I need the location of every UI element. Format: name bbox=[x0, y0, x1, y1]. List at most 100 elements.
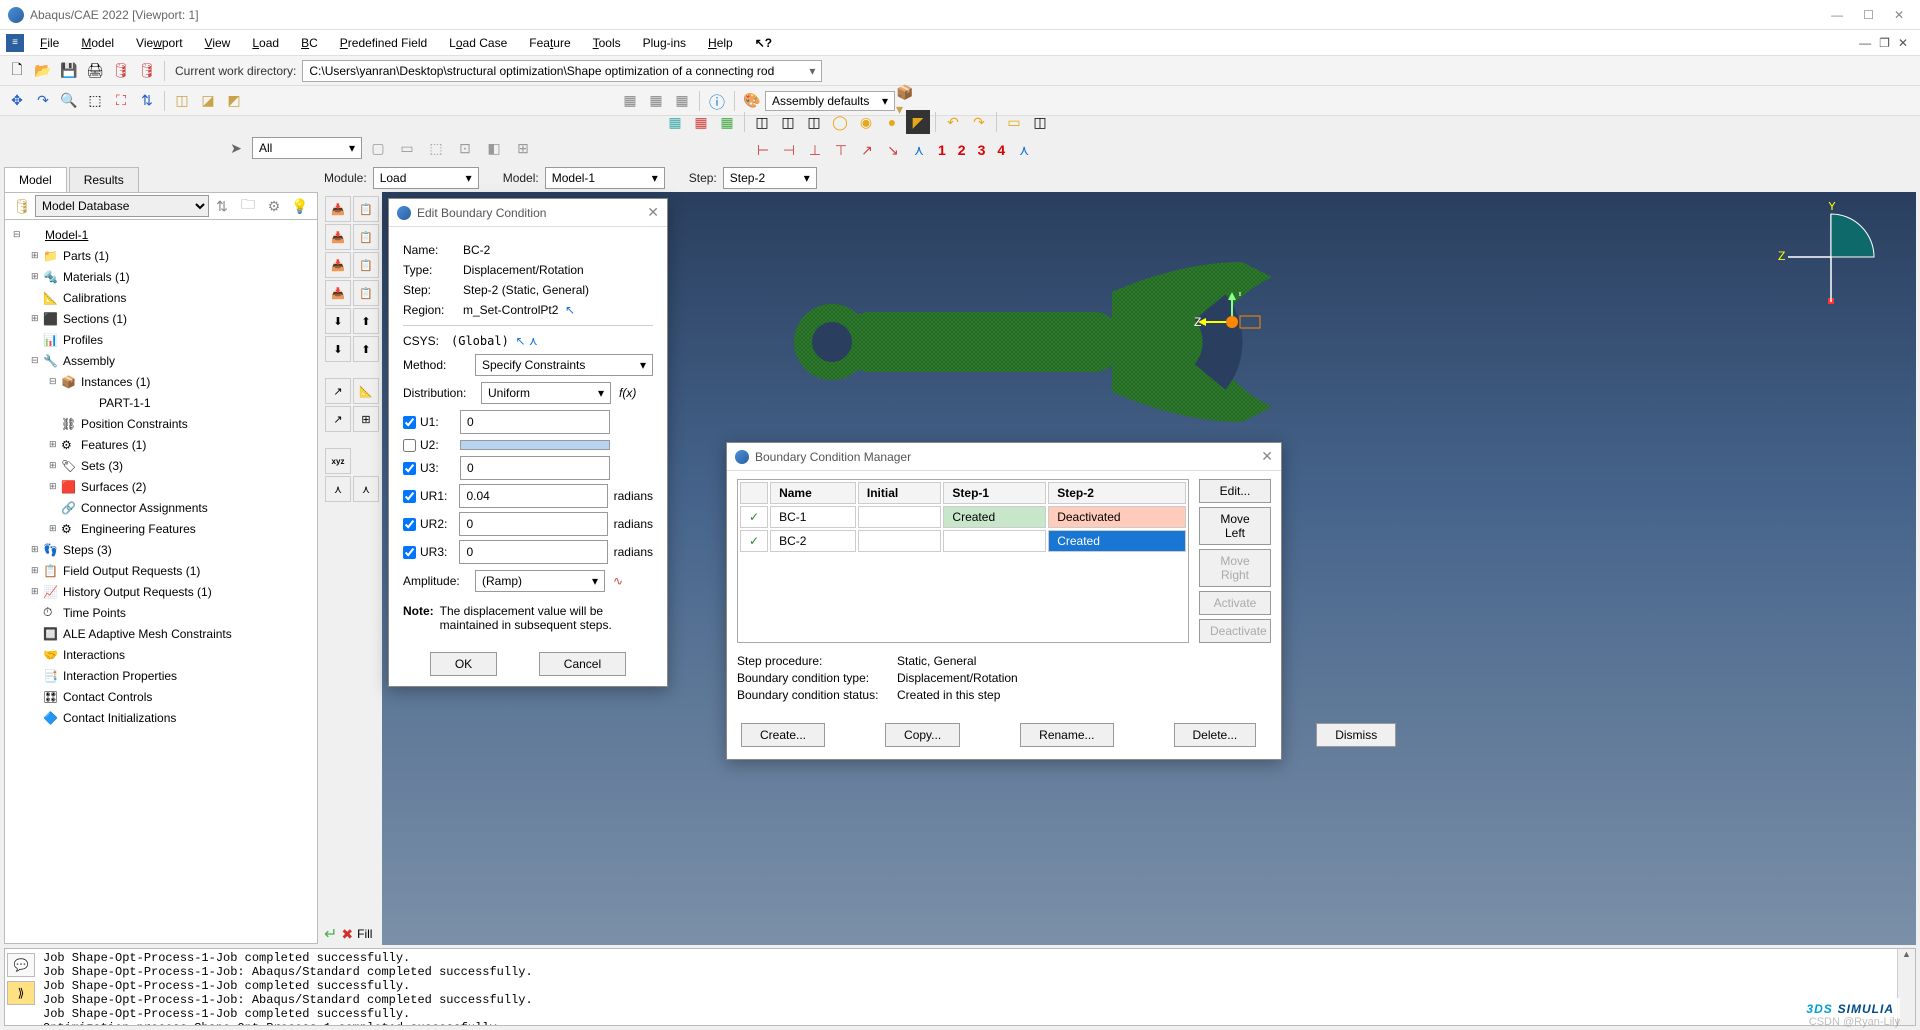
tree-row[interactable]: ⛓Position Constraints bbox=[5, 413, 317, 434]
s5-icon[interactable]: ◧ bbox=[482, 136, 506, 160]
s2-icon[interactable]: ▭ bbox=[395, 136, 419, 160]
datum-1[interactable]: 1 bbox=[932, 142, 952, 158]
close-icon[interactable]: ✕ bbox=[647, 204, 659, 221]
tree-row[interactable]: PART-1-1 bbox=[5, 392, 317, 413]
r6-icon[interactable]: ◫ bbox=[802, 110, 826, 134]
dof-field-5[interactable]: 0 bbox=[459, 540, 607, 564]
print-icon[interactable]: 🖨 bbox=[83, 59, 107, 83]
tree-row[interactable]: 🤝Interactions bbox=[5, 644, 317, 665]
tree-row[interactable]: 📐Calibrations bbox=[5, 287, 317, 308]
tree-row[interactable]: ⊞⚙Engineering Features bbox=[5, 518, 317, 539]
dof-field-3[interactable]: 0.04 bbox=[459, 484, 607, 508]
d4-icon[interactable]: ⊤ bbox=[829, 138, 853, 162]
tree-expander-icon[interactable]: ⊞ bbox=[31, 271, 43, 282]
toolbox-btn-0-1[interactable]: 📋 bbox=[353, 196, 379, 222]
d8-icon[interactable]: ⋏ bbox=[1012, 138, 1036, 162]
toolbox-btn-0-0[interactable]: 📥 bbox=[325, 196, 351, 222]
r9-icon[interactable]: ● bbox=[880, 110, 904, 134]
d3-icon[interactable]: ⊥ bbox=[803, 138, 827, 162]
open-icon[interactable]: 📂 bbox=[31, 59, 55, 83]
mgr-delete-button[interactable]: Delete... bbox=[1174, 723, 1257, 747]
menu-plugins[interactable]: Plug-ins bbox=[633, 33, 696, 53]
tree-row[interactable]: ⊞📁Parts (1) bbox=[5, 245, 317, 266]
module-combo[interactable]: Load▾ bbox=[373, 167, 479, 189]
toolbox-btn-8-1[interactable]: ⊞ bbox=[353, 406, 379, 432]
model-combo[interactable]: Model-1▾ bbox=[545, 167, 665, 189]
tree-row[interactable]: 🔲ALE Adaptive Mesh Constraints bbox=[5, 623, 317, 644]
table-row[interactable]: ✓BC-2Created bbox=[740, 530, 1186, 552]
db2-icon[interactable]: 🛢 bbox=[135, 59, 159, 83]
menu-model[interactable]: Model bbox=[71, 33, 124, 53]
toolbox-btn-5-1[interactable]: ⬆ bbox=[353, 336, 379, 362]
tree-bulb-icon[interactable]: 💡 bbox=[288, 194, 312, 218]
bc-table[interactable]: NameInitialStep-1Step-2 ✓BC-1CreatedDeac… bbox=[737, 479, 1189, 643]
d1-icon[interactable]: ⊢ bbox=[751, 138, 775, 162]
d7-icon[interactable]: ⋏ bbox=[907, 138, 931, 162]
toolbox-btn-3-0[interactable]: 📥 bbox=[325, 280, 351, 306]
tree-row[interactable]: ⊞⚙Features (1) bbox=[5, 434, 317, 455]
amplitude-plot-icon[interactable]: ∿ bbox=[613, 574, 623, 588]
dialog-titlebar[interactable]: Edit Boundary Condition ✕ bbox=[389, 199, 667, 227]
dof-field-0[interactable]: 0 bbox=[460, 410, 610, 434]
dof-check-4[interactable] bbox=[403, 518, 416, 531]
menu-file[interactable]: File bbox=[30, 33, 69, 53]
r11-icon[interactable]: ▭ bbox=[1002, 110, 1026, 134]
toolbox-btn-4-0[interactable]: ⬇ bbox=[325, 308, 351, 334]
menu-load[interactable]: Load bbox=[242, 33, 289, 53]
csys-triad-icon[interactable]: ⋏ bbox=[529, 334, 538, 348]
rotate-icon[interactable]: ↷ bbox=[31, 89, 55, 113]
dof-check-3[interactable] bbox=[403, 490, 416, 503]
window-maximize-icon[interactable]: ☐ bbox=[1863, 8, 1874, 22]
d5-icon[interactable]: ↗ bbox=[855, 138, 879, 162]
menu-help[interactable]: Help bbox=[698, 33, 743, 53]
fx-icon[interactable]: f(x) bbox=[619, 386, 636, 400]
table-header[interactable]: Step-1 bbox=[943, 482, 1046, 504]
amplitude-combo[interactable]: (Ramp)▾ bbox=[475, 570, 605, 592]
undo-icon[interactable]: ↶ bbox=[941, 110, 965, 134]
method-combo[interactable]: Specify Constraints▾ bbox=[475, 354, 653, 376]
r8-icon[interactable]: ◉ bbox=[854, 110, 878, 134]
toolbox-btn-11-1[interactable]: ⋏ bbox=[353, 476, 379, 502]
r3-icon[interactable]: ▦ bbox=[715, 110, 739, 134]
cancel-x-icon[interactable]: ✖ bbox=[341, 926, 353, 943]
menu-bc[interactable]: BC bbox=[291, 33, 328, 53]
toolbox-btn-7-0[interactable]: ↗ bbox=[325, 378, 351, 404]
ok-button[interactable]: OK bbox=[430, 652, 497, 676]
tree-tb1-icon[interactable]: ⇅ bbox=[210, 194, 234, 218]
dof-field-2[interactable]: 0 bbox=[460, 456, 610, 480]
menu-load-case[interactable]: Load Case bbox=[439, 33, 517, 53]
iso2-icon[interactable]: ◪ bbox=[196, 89, 220, 113]
mgr-dismiss-button[interactable]: Dismiss bbox=[1316, 723, 1396, 747]
zoom-icon[interactable]: 🔍 bbox=[57, 89, 81, 113]
r12-icon[interactable]: ◫ bbox=[1028, 110, 1052, 134]
mgr-copy-button[interactable]: Copy... bbox=[885, 723, 960, 747]
tree-row[interactable]: ⊟Model-1 bbox=[5, 224, 317, 245]
pick-csys-icon[interactable]: ↖ bbox=[515, 334, 525, 348]
context-help-icon[interactable]: ↖? bbox=[745, 33, 782, 53]
tree-expander-icon[interactable]: ⊟ bbox=[31, 355, 43, 366]
tree-expander-icon[interactable]: ⊟ bbox=[13, 229, 25, 240]
tab-results[interactable]: Results bbox=[69, 167, 139, 192]
d6-icon[interactable]: ↘ bbox=[881, 138, 905, 162]
r4-icon[interactable]: ◫ bbox=[750, 110, 774, 134]
s6-icon[interactable]: ⊞ bbox=[511, 136, 535, 160]
tree-expander-icon[interactable]: ⊞ bbox=[31, 586, 43, 597]
mdi-close-icon[interactable]: ✕ bbox=[1898, 36, 1908, 50]
dof-field-1[interactable] bbox=[460, 440, 610, 450]
d2-icon[interactable]: ⊣ bbox=[777, 138, 801, 162]
toolbox-btn-10-0[interactable]: xyz bbox=[325, 448, 351, 474]
tree-row[interactable]: ⏱Time Points bbox=[5, 602, 317, 623]
table-header[interactable]: Step-2 bbox=[1048, 482, 1186, 504]
r7-icon[interactable]: ◯ bbox=[828, 110, 852, 134]
tree-expander-icon[interactable]: ⊞ bbox=[49, 439, 61, 450]
step-combo[interactable]: Step-2▾ bbox=[723, 167, 817, 189]
r5-icon[interactable]: ◫ bbox=[776, 110, 800, 134]
tree-expander-icon[interactable]: ⊞ bbox=[31, 544, 43, 555]
tree-row[interactable]: ⊞🏷Sets (3) bbox=[5, 455, 317, 476]
dof-check-2[interactable] bbox=[403, 462, 416, 475]
log-info-icon[interactable]: 💬 bbox=[7, 953, 35, 977]
tree-expander-icon[interactable]: ⊞ bbox=[31, 565, 43, 576]
zoom-box-icon[interactable]: ⬚ bbox=[83, 89, 107, 113]
tree-row[interactable]: ⊞👣Steps (3) bbox=[5, 539, 317, 560]
redo-icon[interactable]: ↷ bbox=[967, 110, 991, 134]
